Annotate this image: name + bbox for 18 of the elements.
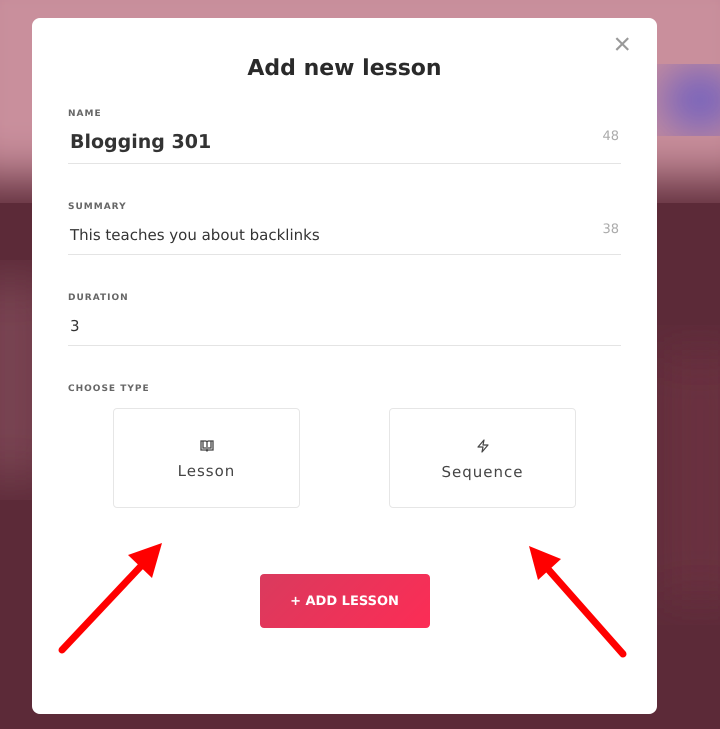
input-field[interactable]: SUMMARY This teaches you about backlinks 38 [68,202,621,255]
field-label: NAME [68,109,103,119]
character-counter: 38 [602,222,619,237]
type-option[interactable]: Sequence [389,408,576,508]
field-value: 3 [70,316,80,335]
field-label: DURATION [68,293,130,303]
input-field[interactable]: NAME Blogging 301 48 [68,109,621,164]
add-lesson-button[interactable]: + ADD LESSON [260,574,430,628]
field-value: This teaches you about backlinks [70,225,320,244]
lightning-icon [476,438,490,452]
book-icon [200,440,214,452]
character-counter: 48 [602,129,619,144]
field-label: SUMMARY [68,202,128,212]
dialog-title: Add new lesson [246,56,443,81]
section-label: CHOOSE TYPE [68,384,151,394]
input-field[interactable]: DURATION 3 [68,293,621,346]
type-option[interactable]: Lesson [113,408,300,508]
field-value: Blogging 301 [70,130,212,153]
